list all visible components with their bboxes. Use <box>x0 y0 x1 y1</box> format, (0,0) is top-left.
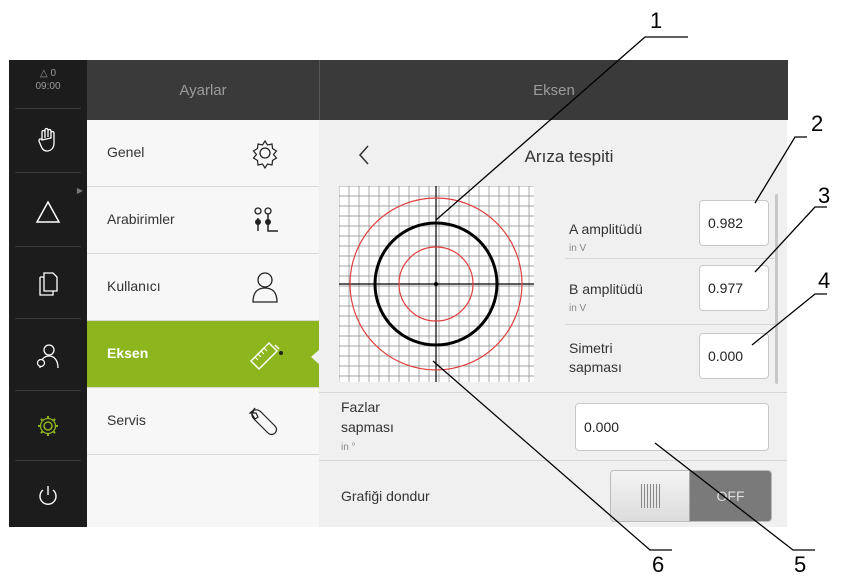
callout-4: 4 <box>818 268 831 293</box>
callout-6: 6 <box>652 552 665 577</box>
callout-lines <box>432 36 827 551</box>
callout-1: 1 <box>650 8 663 33</box>
callout-3: 3 <box>818 183 831 208</box>
callout-2: 2 <box>811 111 824 136</box>
callout-5: 5 <box>794 552 807 577</box>
